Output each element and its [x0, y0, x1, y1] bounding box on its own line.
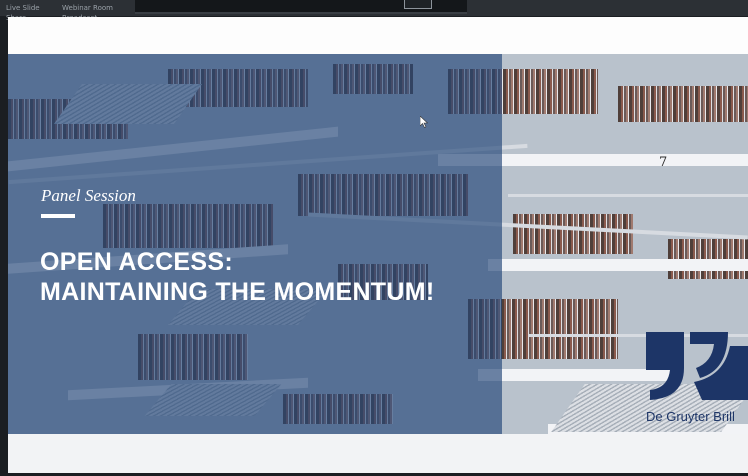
slide-footer-band — [8, 434, 748, 473]
screen: Live Slide Share Webinar Room Broadcast — [0, 0, 748, 476]
session-type-label: Panel Session — [41, 186, 136, 205]
toolbar-pull-handle[interactable] — [404, 0, 432, 9]
window-tab-2[interactable]: Webinar Room Broadcast — [62, 3, 134, 22]
presentation-slide: Panel Session OPEN ACCESS: MAINTAINING T… — [8, 17, 748, 473]
library-background-photo — [8, 54, 748, 434]
window-tab-1[interactable]: Live Slide Share — [6, 3, 56, 22]
window-top-bar: Live Slide Share Webinar Room Broadcast — [0, 0, 748, 22]
blue-overlay-panel — [8, 54, 502, 434]
accent-underline — [41, 214, 75, 218]
floor-sign-number: 7 — [659, 155, 668, 170]
slide-title-line-1: OPEN ACCESS: — [40, 248, 233, 276]
brand-name: De Gruyter Brill — [646, 409, 735, 424]
slide-title-line-2: MAINTAINING THE MOMENTUM! — [40, 278, 435, 306]
mouse-pointer-icon — [420, 116, 428, 128]
slide-header-band — [8, 17, 748, 54]
de-gruyter-brill-logo-icon — [646, 332, 748, 400]
slide-title: OPEN ACCESS: MAINTAINING THE MOMENTUM! — [40, 247, 500, 307]
